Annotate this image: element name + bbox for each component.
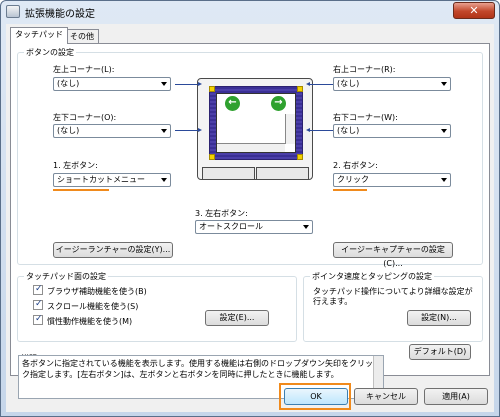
bottom-left-label: 左下コーナー(O): (53, 113, 117, 122)
app-icon (6, 5, 20, 18)
pointer-settings-button[interactable]: 設定(N)... (407, 310, 471, 326)
chevron-down-icon (441, 129, 447, 133)
right-button-value: クリック (337, 175, 369, 184)
top-left-select[interactable]: (なし) (53, 77, 171, 91)
top-right-label: 右上コーナー(R): (333, 65, 396, 74)
touchpad-screen: ← → (216, 93, 296, 153)
corner-marker-icon (209, 86, 215, 92)
bottom-left-value: (なし) (57, 126, 80, 135)
bottom-right-select[interactable]: (なし) (333, 124, 451, 138)
chevron-down-icon (303, 225, 309, 229)
touchpad-surface: ← → (209, 86, 303, 160)
description-text: 各ボタンに指定されている機能を表示します。使用する機能は右側のドロップダウン矢印… (22, 359, 373, 379)
top-right-value: (なし) (337, 79, 360, 88)
ok-button-highlight (279, 383, 351, 410)
touchpad-settings-button[interactable]: 設定(E)... (205, 310, 269, 326)
pointer-settings-group: ポインタ速度とタッピングの設定 (303, 271, 483, 342)
touchpad-illustration: ← → (197, 78, 313, 180)
inertia-label: 慣性動作機能を使う(M) (47, 317, 133, 326)
chevron-down-icon (441, 82, 447, 86)
top-left-value: (なし) (57, 79, 80, 88)
left-button-select[interactable]: ショートカットメニュー (53, 173, 171, 187)
forward-arrow-icon: → (271, 96, 286, 111)
window-title: 拡張機能の設定 (25, 9, 95, 20)
dialog-client: タッチパッド その他 ボタンの設定 左上コーナー(L): (なし) 右上コーナー… (6, 24, 494, 412)
chevron-down-icon (161, 178, 167, 182)
callout-top-right (306, 82, 333, 86)
right-button-select[interactable]: クリック (333, 173, 451, 187)
callout-bottom-left (175, 128, 202, 132)
tab-panel: ボタンの設定 左上コーナー(L): (なし) 右上コーナー(R): (なし) 左… (10, 43, 490, 376)
scrollbar-icon (285, 114, 295, 144)
left-button-highlight (53, 189, 109, 191)
chevron-down-icon (161, 82, 167, 86)
button-settings-label: ボタンの設定 (24, 47, 76, 58)
callout-bottom-right (306, 128, 333, 132)
corner-marker-icon (297, 86, 303, 92)
bottom-right-label: 右下コーナー(W): (333, 113, 398, 122)
chevron-down-icon (441, 178, 447, 182)
touchpad-left-button (202, 167, 255, 180)
top-right-select[interactable]: (なし) (333, 77, 451, 91)
middle-button-select[interactable]: オートスクロール (195, 220, 313, 234)
cancel-button[interactable]: キャンセル (354, 388, 418, 405)
close-button[interactable]: ✕ (453, 2, 495, 19)
top-left-label: 左上コーナー(L): (53, 65, 115, 74)
middle-button-value: オートスクロール (199, 222, 263, 231)
scrollbar-icon (217, 143, 285, 152)
touchpad-right-button (256, 167, 309, 180)
corner-marker-icon (297, 154, 303, 160)
browser-assist-label: ブラウザ補助機能を使う(B) (47, 287, 147, 296)
easy-capture-button[interactable]: イージーキャプチャーの設定(C)... (333, 242, 453, 268)
default-button[interactable]: デフォルト(D) (409, 344, 471, 360)
apply-button[interactable]: 適用(A) (424, 388, 488, 405)
left-button-value: ショートカットメニュー (57, 175, 145, 184)
inertia-checkbox[interactable] (33, 314, 43, 325)
left-button-label: 1. 左ボタン: (53, 161, 98, 170)
bottom-left-select[interactable]: (なし) (53, 124, 171, 138)
middle-button-label: 3. 左右ボタン: (195, 209, 248, 218)
right-button-highlight (333, 189, 367, 191)
bottom-right-value: (なし) (337, 126, 360, 135)
settings-window: 拡張機能の設定 ✕ タッチパッド その他 ボタンの設定 左上コーナー(L): (… (0, 0, 500, 417)
browser-assist-checkbox[interactable] (33, 284, 43, 295)
callout-top-left (175, 82, 202, 86)
scroll-checkbox[interactable] (33, 299, 43, 310)
scroll-label: スクロール機能を使う(S) (47, 302, 139, 311)
tab-other[interactable]: その他 (65, 29, 99, 44)
back-arrow-icon: ← (225, 96, 240, 111)
tab-touchpad[interactable]: タッチパッド (10, 27, 68, 44)
touchpad-settings-label: タッチパッド面の設定 (24, 271, 108, 282)
title-bar[interactable]: 拡張機能の設定 ✕ (1, 1, 499, 23)
chevron-down-icon (161, 129, 167, 133)
pointer-settings-text: タッチパッド操作についてより詳細な設定が行えます。 (313, 287, 473, 306)
pointer-settings-label: ポインタ速度とタッピングの設定 (310, 271, 434, 282)
right-button-label: 2. 右ボタン: (333, 161, 378, 170)
corner-marker-icon (209, 154, 215, 160)
easy-launcher-button[interactable]: イージーランチャーの設定(Y)... (53, 242, 173, 258)
